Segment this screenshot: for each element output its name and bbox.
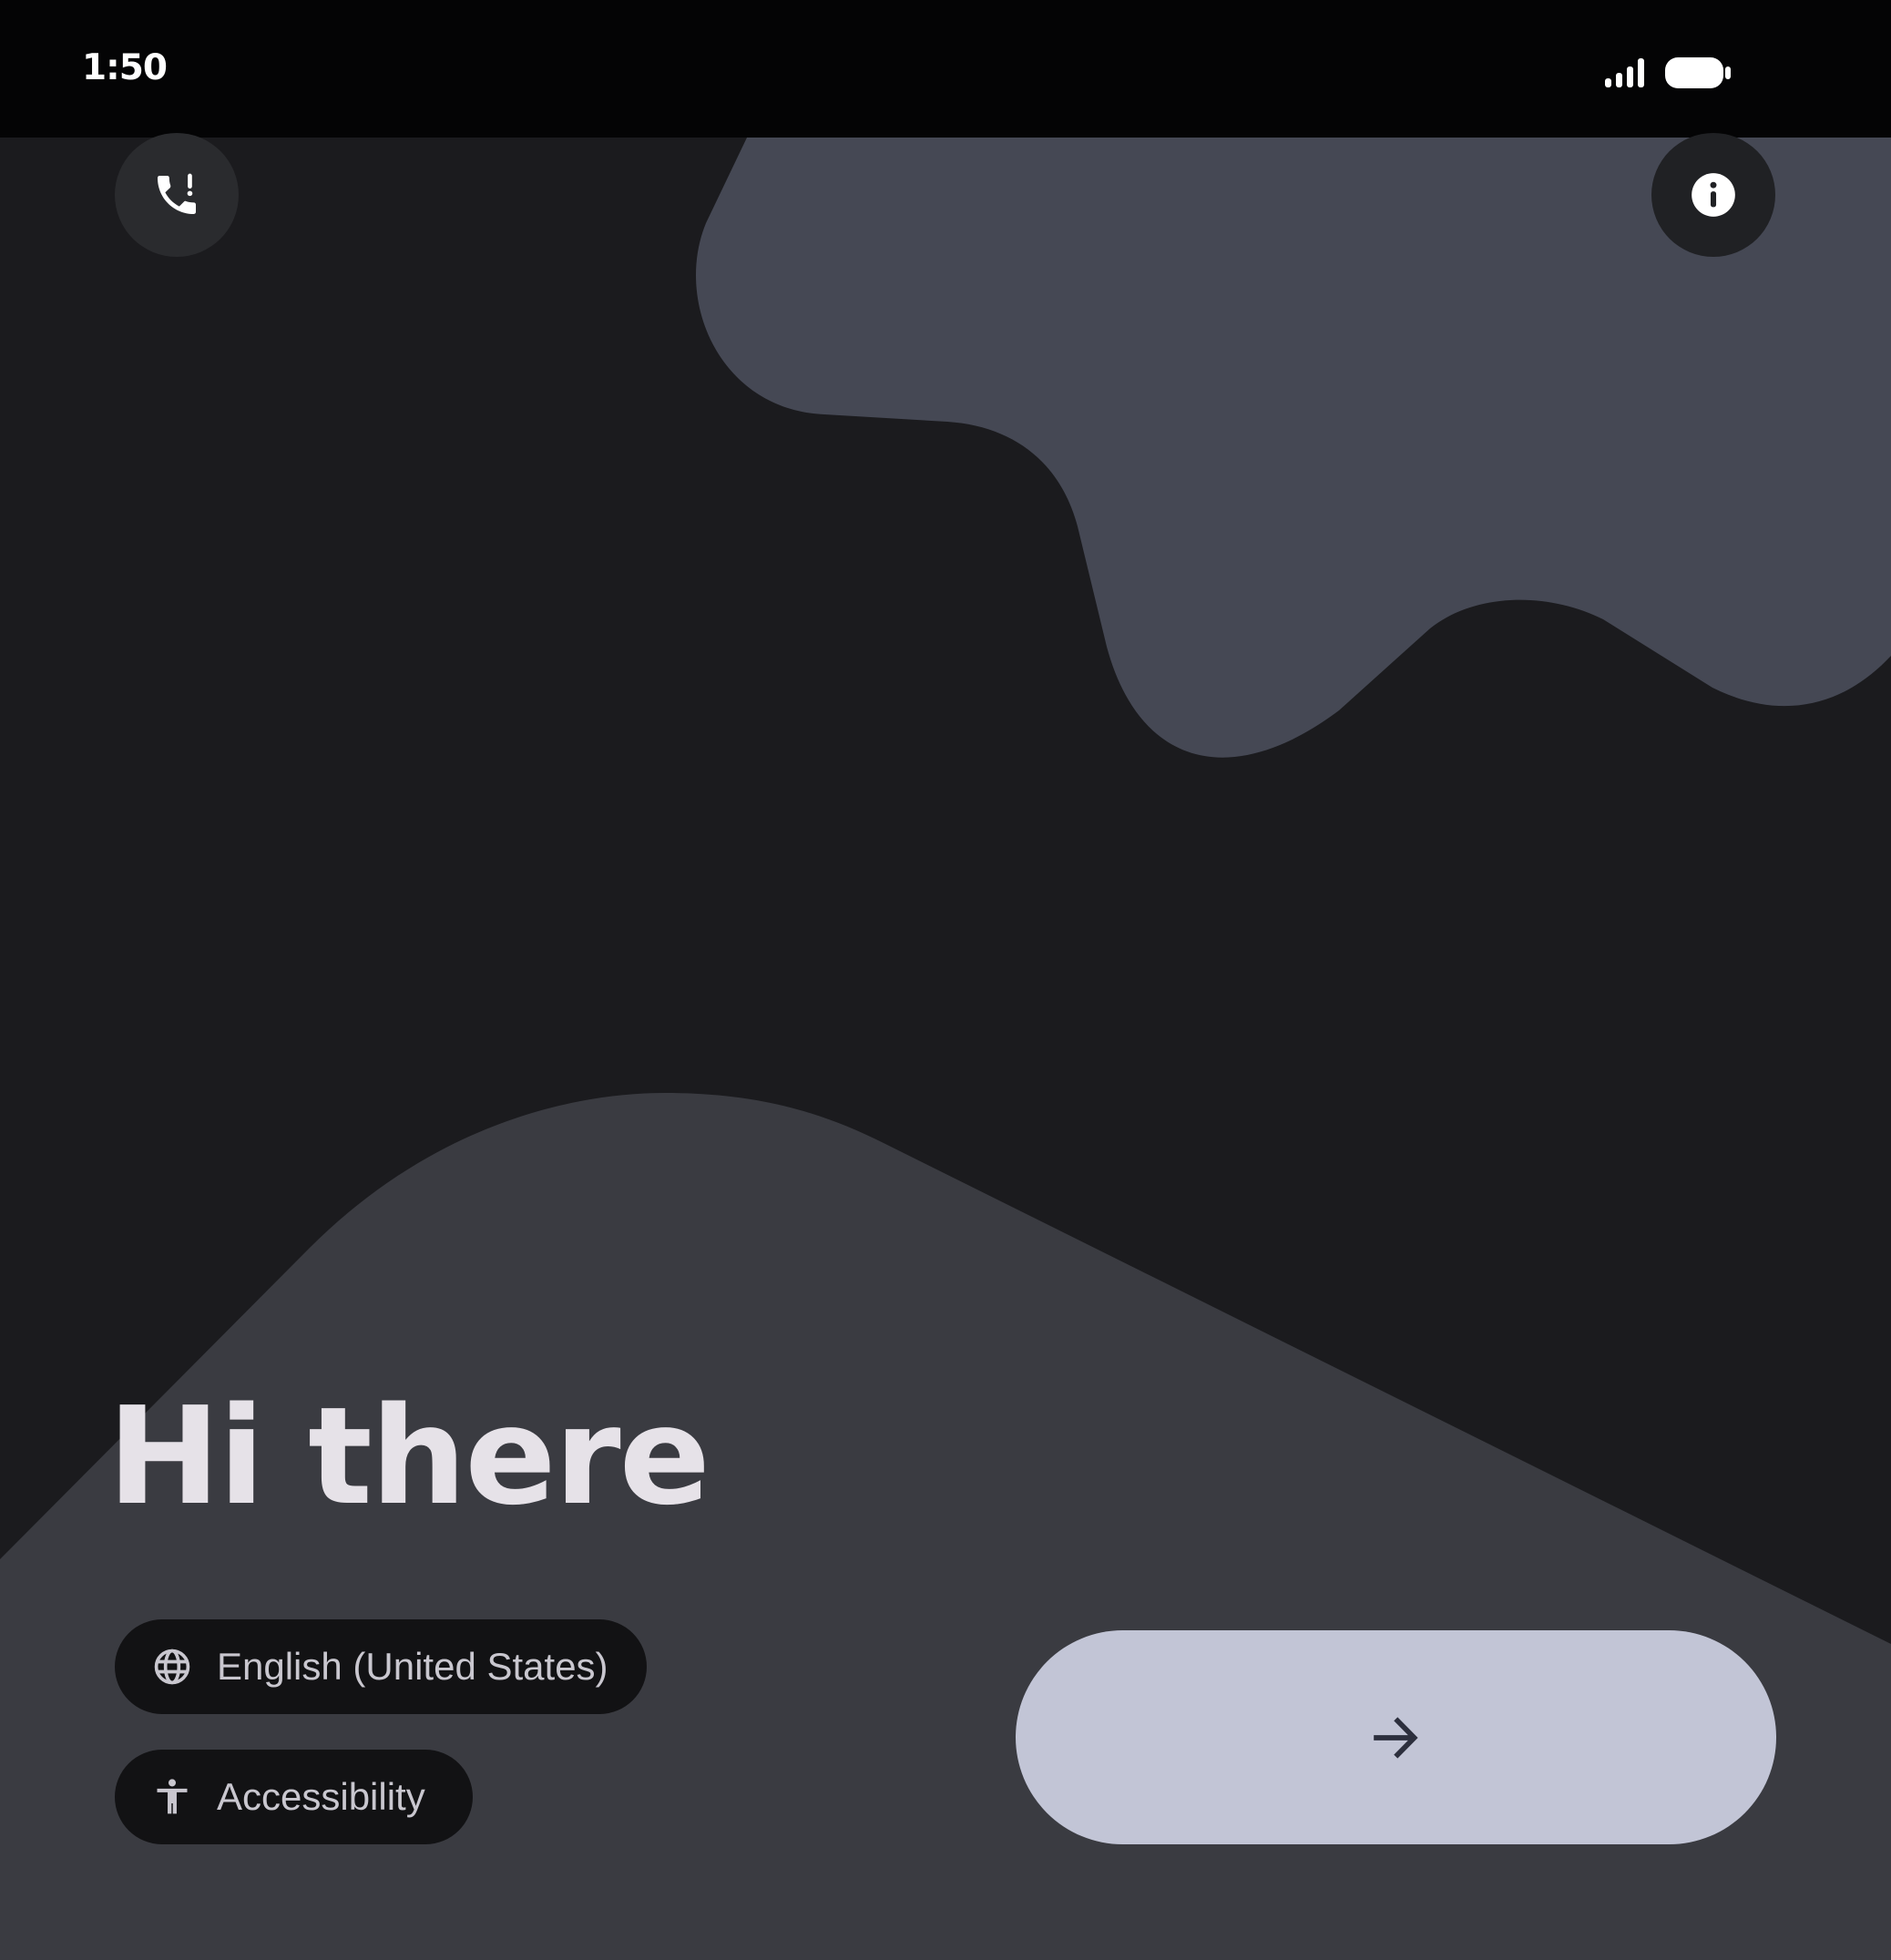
setup-welcome-screen: 1:50 Hi there English (United States) Ac… xyxy=(0,0,1891,1960)
emergency-call-icon xyxy=(158,173,196,214)
battery-full-icon xyxy=(1665,57,1731,88)
status-time: 1:50 xyxy=(82,47,168,88)
accessibility-chip[interactable]: Accessibility xyxy=(115,1750,473,1844)
status-bar: 1:50 xyxy=(0,0,1891,138)
arrow-forward-icon xyxy=(1373,1716,1418,1759)
accessibility-label: Accessibility xyxy=(217,1775,425,1818)
info-icon xyxy=(1692,173,1735,217)
language-label: English (United States) xyxy=(217,1645,608,1688)
accessibility-icon xyxy=(151,1776,193,1818)
language-selector-chip[interactable]: English (United States) xyxy=(115,1619,647,1714)
emergency-call-button[interactable] xyxy=(115,133,239,257)
greeting-title: Hi there xyxy=(107,1378,710,1535)
globe-icon xyxy=(151,1646,193,1688)
info-button[interactable] xyxy=(1651,133,1775,257)
next-button[interactable] xyxy=(1016,1630,1776,1844)
signal-strength-icon xyxy=(1605,58,1644,87)
